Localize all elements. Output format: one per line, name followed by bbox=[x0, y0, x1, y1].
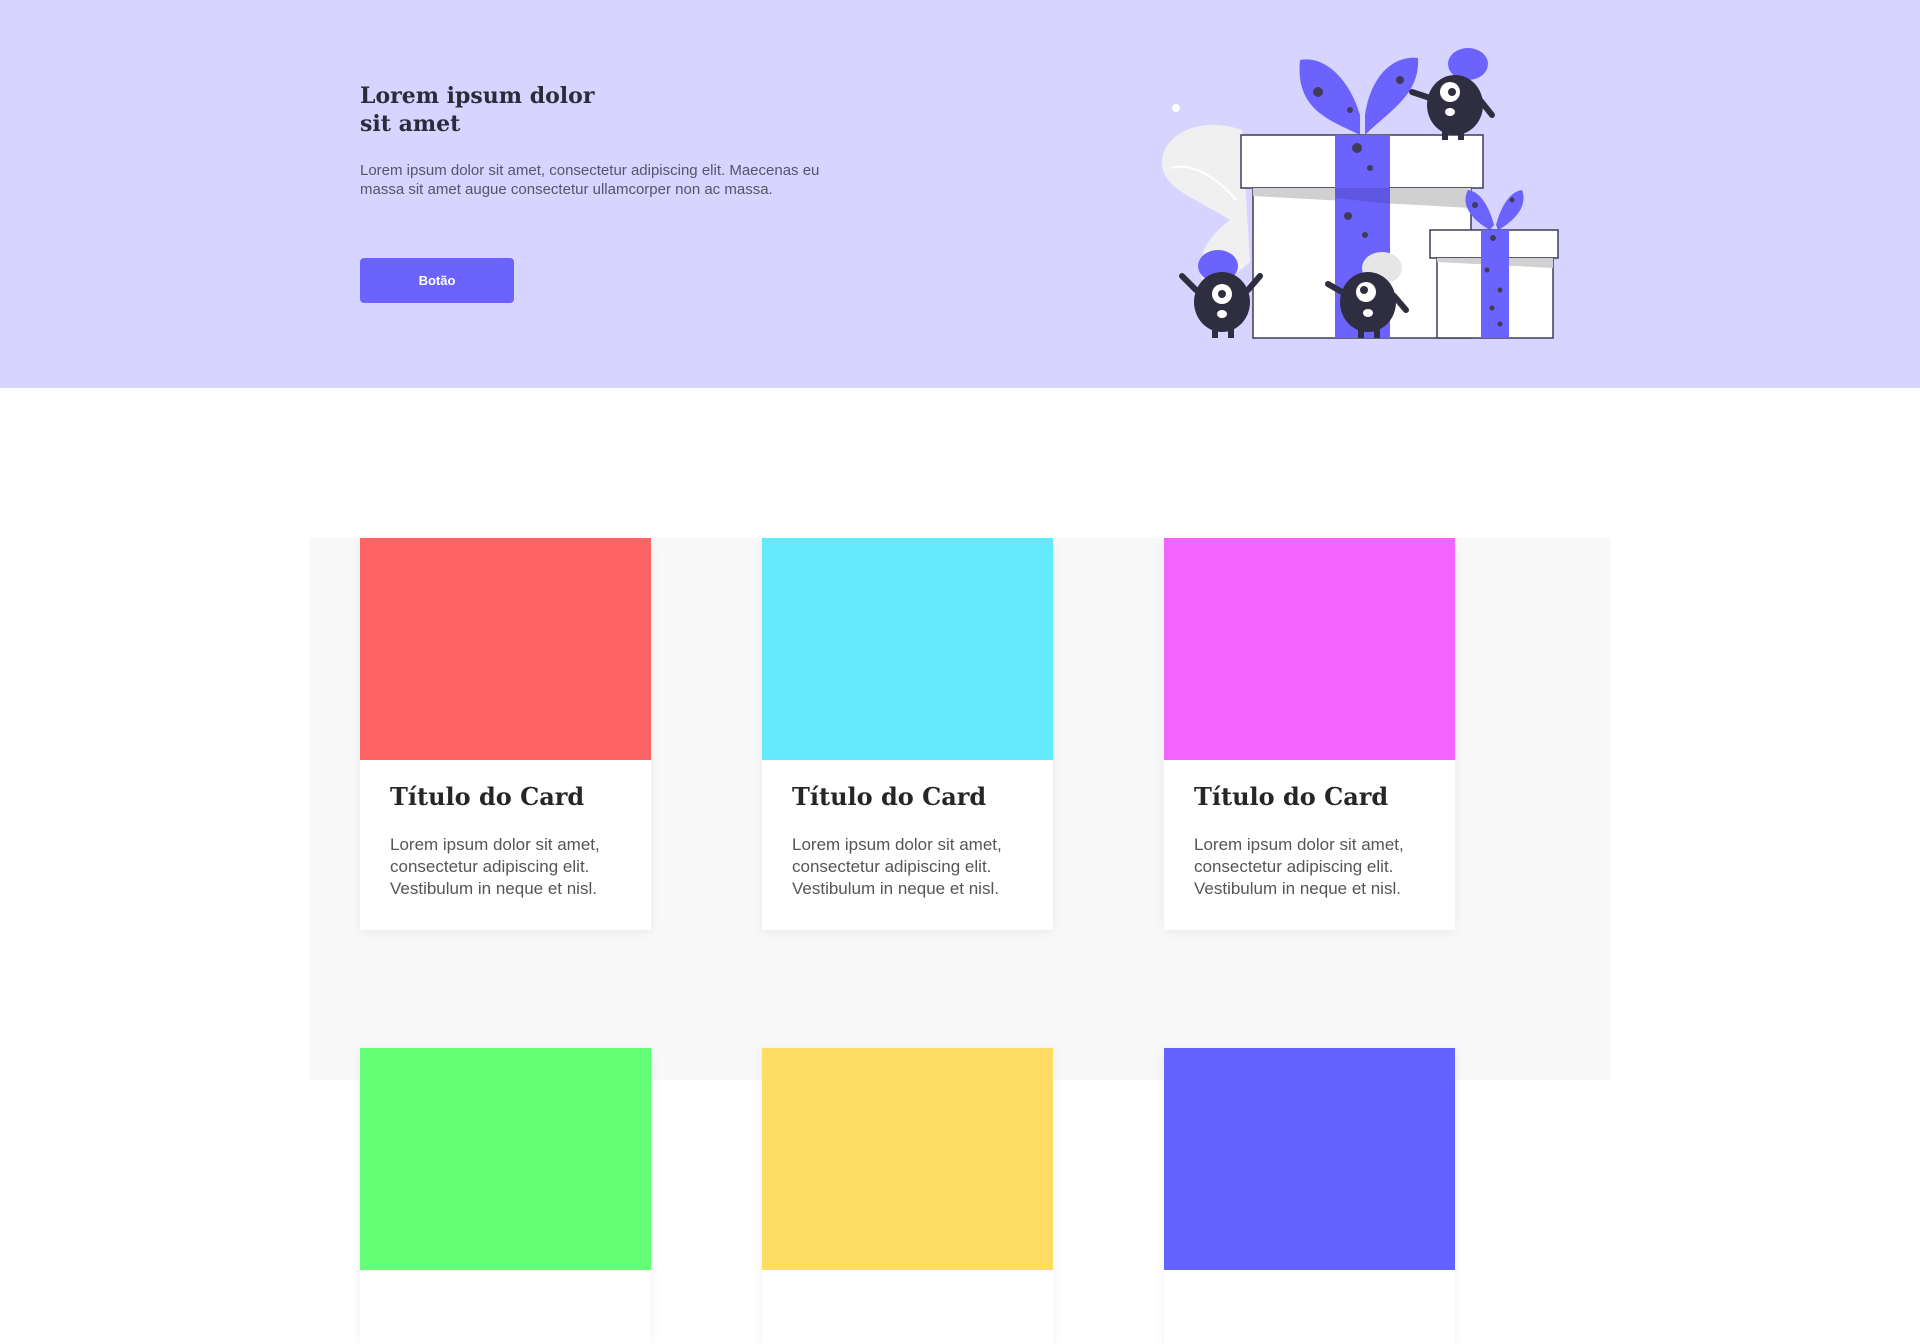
card[interactable] bbox=[360, 1048, 651, 1344]
card-body bbox=[762, 1270, 1053, 1344]
cards-section: Título do Card Lorem ipsum dolor sit ame… bbox=[310, 538, 1610, 1344]
card-title: Título do Card bbox=[1194, 782, 1389, 811]
card-text: Lorem ipsum dolor sit amet, consectetur … bbox=[390, 835, 600, 898]
card[interactable]: Título do Card Lorem ipsum dolor sit ame… bbox=[1164, 538, 1455, 930]
card[interactable] bbox=[1164, 1048, 1455, 1344]
card[interactable]: Título do Card Lorem ipsum dolor sit ame… bbox=[762, 538, 1053, 930]
card-image bbox=[360, 1048, 651, 1270]
card-image bbox=[762, 538, 1053, 760]
card-body: Título do Card Lorem ipsum dolor sit ame… bbox=[360, 760, 651, 930]
card[interactable] bbox=[762, 1048, 1053, 1344]
hero-title: Lorem ipsum dolor sit amet bbox=[360, 83, 595, 137]
hero-description: Lorem ipsum dolor sit amet, consectetur … bbox=[360, 162, 820, 198]
card-body: Título do Card Lorem ipsum dolor sit ame… bbox=[1164, 760, 1455, 930]
hero-cta-button[interactable]: Botão bbox=[360, 258, 514, 303]
hero-section: Lorem ipsum dolor sit amet Lorem ipsum d… bbox=[0, 0, 1920, 388]
card-title: Título do Card bbox=[390, 782, 585, 811]
card-text: Lorem ipsum dolor sit amet, consectetur … bbox=[1194, 835, 1404, 898]
card-text: Lorem ipsum dolor sit amet, consectetur … bbox=[792, 835, 1002, 898]
card-body: Título do Card Lorem ipsum dolor sit ame… bbox=[762, 760, 1053, 930]
card-title: Título do Card bbox=[792, 782, 987, 811]
card-image bbox=[1164, 538, 1455, 760]
card[interactable]: Título do Card Lorem ipsum dolor sit ame… bbox=[360, 538, 651, 930]
gift-boxes-monsters-illustration bbox=[1150, 40, 1570, 350]
card-body bbox=[360, 1270, 651, 1344]
card-image bbox=[360, 538, 651, 760]
card-image bbox=[762, 1048, 1053, 1270]
card-image bbox=[1164, 1048, 1455, 1270]
card-body bbox=[1164, 1270, 1455, 1344]
